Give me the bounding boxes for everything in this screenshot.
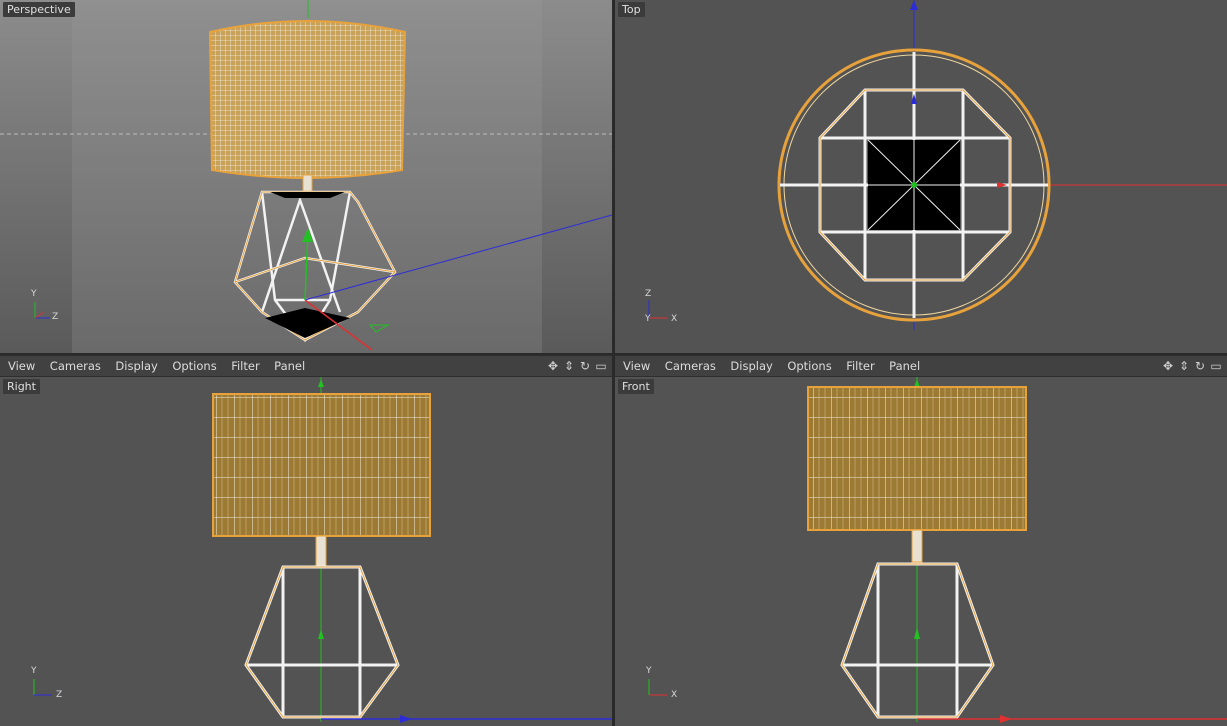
menu-display[interactable]: Display (730, 356, 772, 376)
axis-x-label: X (671, 690, 678, 700)
menu-cameras[interactable]: Cameras (665, 356, 716, 376)
viewport-right[interactable]: Right Y Z (0, 377, 612, 726)
maximize-icon[interactable]: ▭ (1209, 359, 1223, 373)
rotate-icon[interactable]: ↻ (1193, 359, 1207, 373)
axis-z-label: Z (52, 312, 59, 322)
pan-icon[interactable]: ⇕ (562, 359, 576, 373)
maximize-icon[interactable]: ▭ (594, 359, 608, 373)
menu-options[interactable]: Options (787, 356, 831, 376)
viewport-front[interactable]: Front Y X (615, 377, 1227, 726)
axis-z-label: Z (56, 690, 63, 700)
axis-y-label: Y (31, 289, 37, 299)
front-canvas (648, 377, 1227, 723)
menu-filter[interactable]: Filter (846, 356, 874, 376)
menu-panel[interactable]: Panel (274, 356, 305, 376)
viewport-label: Perspective (3, 2, 75, 17)
pan-icon[interactable]: ⇕ (1177, 359, 1191, 373)
viewport-label: Top (618, 2, 645, 17)
perspective-canvas (0, 0, 612, 353)
menu-cameras[interactable]: Cameras (50, 356, 101, 376)
viewport-label: Front (618, 379, 654, 394)
menu-view[interactable]: View (8, 356, 35, 376)
viewport-perspective[interactable]: Perspective Y Z (0, 0, 612, 353)
viewport-top[interactable]: Top Z Y X (615, 0, 1227, 353)
axis-y-label: Y (31, 666, 37, 676)
axis-y-label: Y (645, 314, 651, 324)
top-canvas (648, 0, 1227, 330)
menu-display[interactable]: Display (115, 356, 157, 376)
move-icon[interactable]: ✥ (546, 359, 560, 373)
axis-x-label: X (671, 314, 678, 324)
viewport-label: Right (3, 379, 40, 394)
move-icon[interactable]: ✥ (1161, 359, 1175, 373)
menu-panel[interactable]: Panel (889, 356, 920, 376)
rotate-icon[interactable]: ↻ (578, 359, 592, 373)
menubar-front: View Cameras Display Options Filter Pane… (615, 355, 1227, 377)
axis-y-label: Y (646, 666, 652, 676)
right-canvas (33, 377, 612, 723)
menubar-right: View Cameras Display Options Filter Pane… (0, 355, 612, 377)
menu-options[interactable]: Options (172, 356, 216, 376)
menu-filter[interactable]: Filter (231, 356, 259, 376)
menu-view[interactable]: View (623, 356, 650, 376)
axis-z-label: Z (645, 289, 652, 299)
